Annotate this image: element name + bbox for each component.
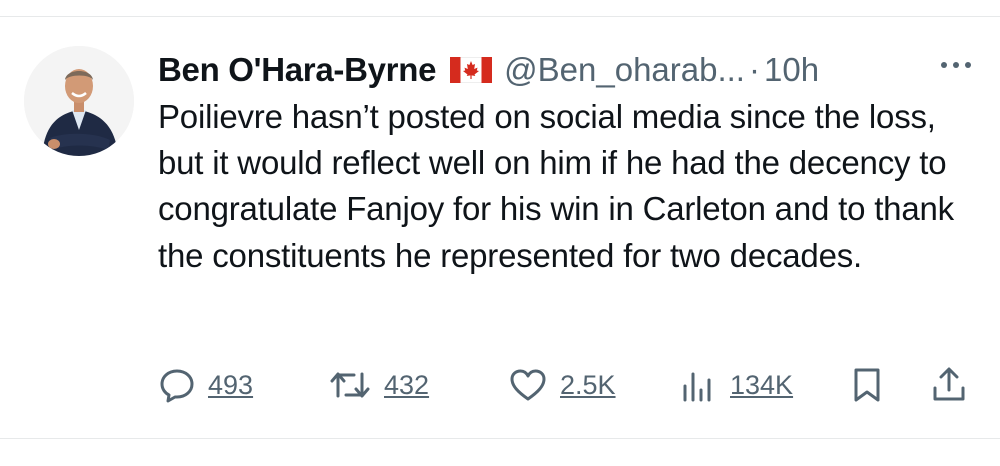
author-handle[interactable]: @Ben_oharab... — [504, 51, 745, 89]
share-button[interactable] — [930, 360, 968, 410]
reply-icon — [158, 366, 196, 404]
tweet-timestamp[interactable]: 10h — [764, 51, 819, 89]
author-name[interactable]: Ben O'Hara-Byrne — [158, 51, 436, 89]
avatar-image — [24, 46, 134, 156]
share-icon — [930, 366, 968, 404]
bottom-divider — [0, 438, 1000, 439]
header-separator: · — [748, 51, 760, 88]
action-bar: 493 432 2.5K 134K — [158, 360, 978, 410]
bookmark-icon — [848, 366, 886, 404]
more-options-icon[interactable] — [936, 50, 976, 80]
reply-count: 493 — [208, 369, 254, 400]
top-divider — [0, 16, 1000, 17]
heart-icon — [508, 366, 548, 404]
repost-button[interactable]: 432 — [328, 360, 429, 410]
views-button[interactable]: 134K — [678, 360, 793, 410]
author-avatar[interactable] — [24, 46, 134, 156]
like-count: 2.5K — [560, 369, 616, 400]
reply-button[interactable]: 493 — [158, 360, 253, 410]
tweet-header: Ben O'Hara-Byrne @Ben_oharab... · 10h — [158, 42, 819, 98]
canada-flag-icon — [449, 56, 493, 84]
bookmark-button[interactable] — [848, 360, 886, 410]
tweet-text: Poilievre hasn’t posted on social media … — [158, 98, 954, 274]
like-button[interactable]: 2.5K — [508, 360, 616, 410]
repost-icon — [328, 366, 372, 404]
analytics-icon — [678, 366, 718, 404]
repost-count: 432 — [384, 369, 430, 400]
view-count: 134K — [730, 369, 794, 400]
